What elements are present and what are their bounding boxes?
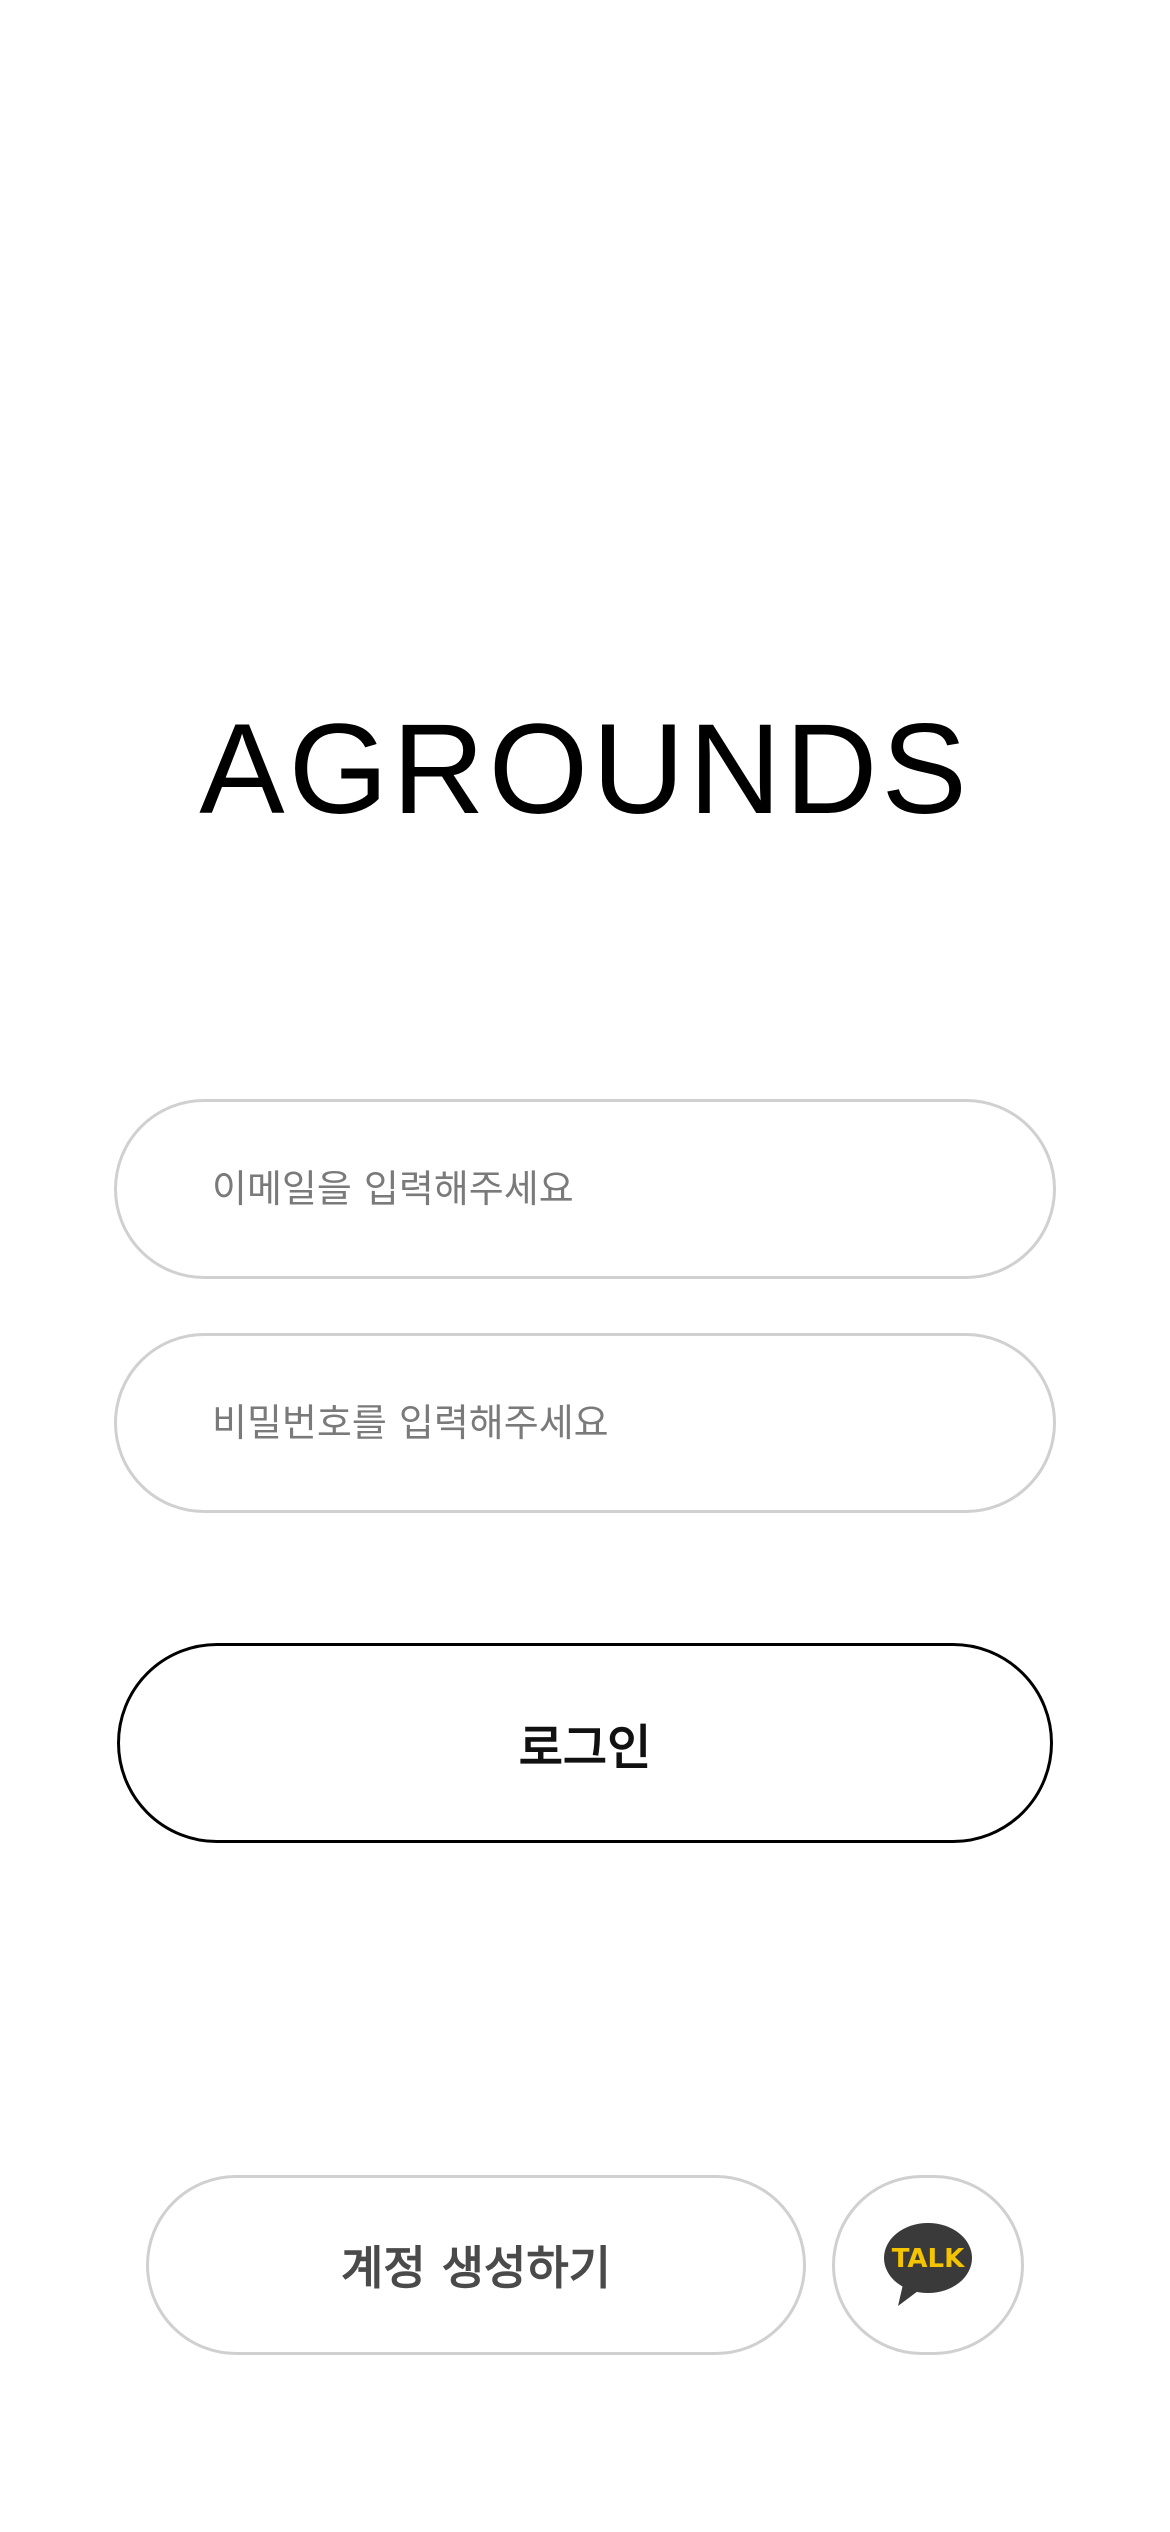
email-field[interactable] — [114, 1099, 1056, 1279]
kakao-talk-icon: TALK — [882, 2222, 974, 2308]
login-button[interactable]: 로그인 — [117, 1643, 1053, 1843]
create-account-label: 계정 생성하기 — [341, 2241, 611, 2295]
kakao-login-button[interactable]: TALK — [832, 2175, 1024, 2355]
password-input[interactable] — [117, 1336, 1053, 1510]
kakao-icon-text: TALK — [892, 2244, 965, 2274]
email-input[interactable] — [117, 1102, 1053, 1276]
app-title: AGROUNDS — [199, 698, 971, 841]
login-button-label: 로그인 — [518, 1720, 652, 1776]
create-account-button[interactable]: 계정 생성하기 — [146, 2175, 806, 2355]
password-field[interactable] — [114, 1333, 1056, 1513]
